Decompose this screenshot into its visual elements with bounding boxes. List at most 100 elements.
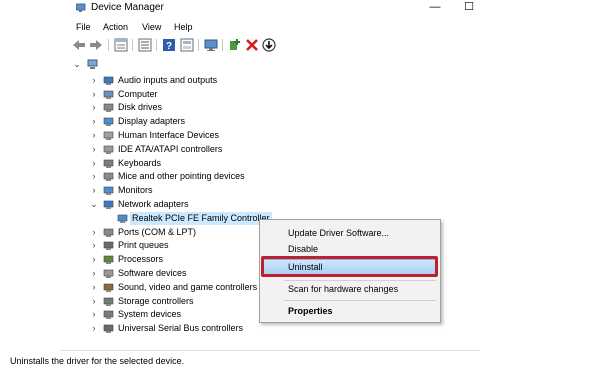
collapse-icon[interactable]: ⌄ [90,198,98,211]
menu-action[interactable]: Action [103,22,128,32]
tree-item[interactable]: › Monitors [60,184,480,197]
device-category-icon [103,323,114,334]
menu-item-properties[interactable]: Properties [288,306,333,316]
download-icon[interactable] [261,37,277,53]
add-driver-icon[interactable] [227,37,243,53]
expand-icon[interactable]: › [90,253,98,266]
remove-icon[interactable] [244,37,260,53]
device-category-icon [103,282,114,293]
tree-item[interactable]: › Computer [60,88,480,101]
tree-item[interactable]: › IDE ATA/ATAPI controllers [60,143,480,156]
device-manager-app-icon [75,3,86,12]
tree-item-label: IDE ATA/ATAPI controllers [118,143,223,154]
tree-item-label: Audio inputs and outputs [118,74,218,85]
device-category-icon [103,185,114,196]
toolbar-separator [156,39,157,51]
expand-icon[interactable]: › [90,295,98,308]
tree-item-label: Monitors [118,185,153,196]
expand-icon[interactable]: › [90,170,98,183]
device-category-icon [103,102,114,113]
expand-icon[interactable]: › [90,281,98,294]
tree-item-label: Processors [118,254,164,265]
device-category-icon [103,296,114,307]
menu-separator [284,300,436,301]
expand-icon[interactable]: › [90,88,98,101]
context-menu: Update Driver Software... Disable Uninst… [259,219,441,323]
device-category-icon [103,171,114,182]
collapse-icon[interactable]: ⌄ [73,58,81,71]
tree-item[interactable]: › Universal Serial Bus controllers [60,322,480,335]
list-icon[interactable] [137,37,153,53]
device-category-icon [103,75,114,86]
device-category-icon [103,144,114,155]
device-category-icon [103,89,114,100]
tree-item[interactable]: › Keyboards [60,157,480,170]
toolbar-separator [198,39,199,51]
tree-item-label: Ports (COM & LPT) [118,226,197,237]
tree-item[interactable]: › Audio inputs and outputs [60,74,480,87]
tree-item[interactable]: › Disk drives [60,101,480,114]
tree-item-label: Disk drives [118,102,163,113]
tree-item[interactable]: › Display adapters [60,115,480,128]
tree-item-label: Keyboards [118,157,162,168]
svg-text:?: ? [166,41,172,52]
expand-icon[interactable]: › [90,143,98,156]
expand-icon[interactable]: › [90,322,98,335]
view-icon[interactable] [179,37,195,53]
tree-item-label: Network adapters [118,199,189,209]
tree-item-label: Print queues [118,240,169,251]
minimize-button[interactable]: — [428,1,442,14]
tree-item-label: System devices [118,309,182,320]
toolbar-separator [222,39,223,51]
toolbar-separator [132,39,133,51]
status-bar-text: Uninstalls the driver for the selected d… [10,356,185,366]
device-category-icon [103,158,114,169]
maximize-button[interactable]: ☐ [462,1,476,14]
computer-root-icon [87,59,98,70]
uninstall-callout-box [261,256,438,277]
tree-item-label: Mice and other pointing devices [118,171,245,182]
device-category-icon [103,268,114,279]
expand-icon[interactable]: › [90,226,98,239]
monitor-icon[interactable] [203,37,219,53]
device-category-icon [117,213,128,224]
tree-item-label: Display adapters [118,116,186,127]
expand-icon[interactable]: › [90,239,98,252]
tree-item-label: Storage controllers [118,295,194,306]
device-category-icon [103,199,114,210]
menu-item-scan-hardware[interactable]: Scan for hardware changes [288,284,398,294]
selected-device-label: Realtek PCIe FE Family Controller [130,211,272,225]
device-category-icon [103,227,114,238]
menu-item-disable[interactable]: Disable [288,244,318,254]
expand-icon[interactable]: › [90,267,98,280]
back-icon[interactable] [71,37,87,53]
toolbar-separator [108,39,109,51]
help-icon[interactable]: ? [161,37,177,53]
tree-item[interactable]: › Mice and other pointing devices [60,170,480,183]
expand-icon[interactable]: › [90,101,98,114]
tree-item-label: Software devices [118,268,187,278]
menu-file[interactable]: File [76,22,91,32]
title-bar: Device Manager — ☐ [60,0,480,16]
menu-item-update-driver[interactable]: Update Driver Software... [288,228,389,238]
expand-icon[interactable]: › [90,74,98,87]
tree-item-label: Sound, video and game controllers [118,281,258,292]
menu-help[interactable]: Help [174,22,193,32]
status-divider [60,350,480,351]
forward-icon[interactable] [88,37,104,53]
expand-icon[interactable]: › [90,184,98,197]
expand-icon[interactable]: › [90,308,98,321]
expand-icon[interactable]: › [90,115,98,128]
device-category-icon [103,116,114,127]
expand-icon[interactable]: › [90,129,98,142]
expand-icon[interactable]: › [90,157,98,170]
menu-bar: File Action View Help [60,19,480,35]
menu-view[interactable]: View [142,22,161,32]
tree-item[interactable]: › Human Interface Devices [60,129,480,142]
properties-panel-icon[interactable] [113,37,129,53]
device-category-icon [103,130,114,141]
window-title: Device Manager [91,2,164,13]
toolbar: ? [60,36,480,54]
tree-item[interactable]: ⌄ Network adapters [60,198,480,211]
tree-root[interactable]: ⌄ [60,58,480,71]
